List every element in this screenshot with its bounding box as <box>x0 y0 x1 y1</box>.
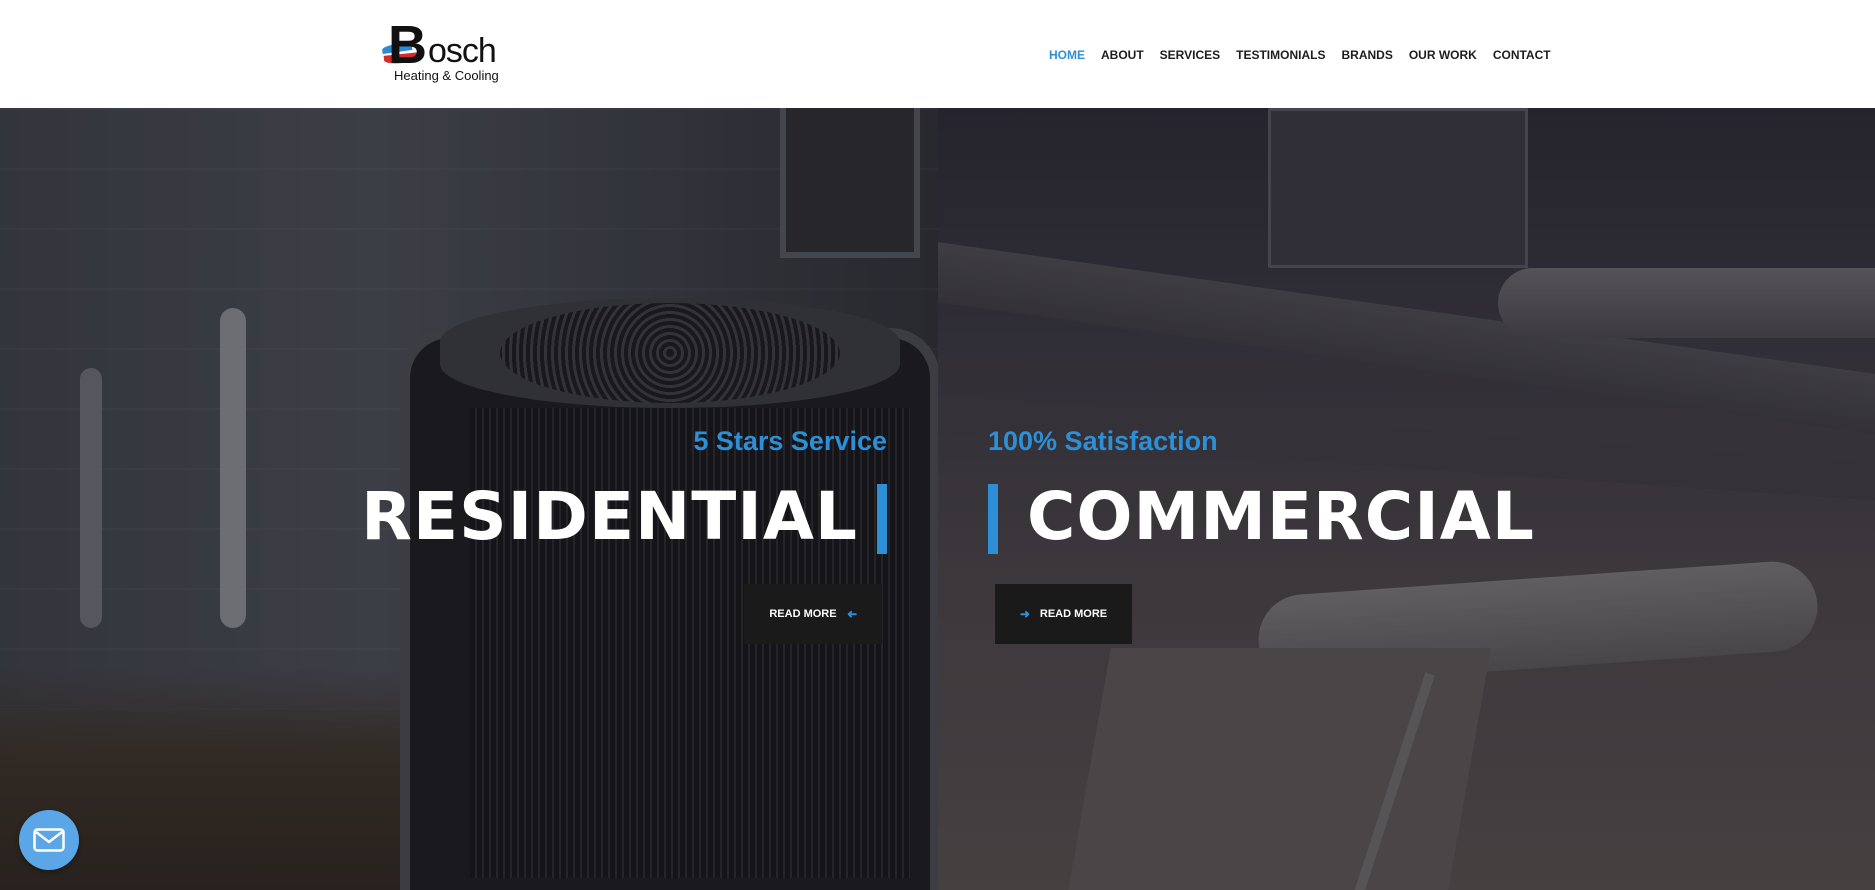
residential-read-more-button[interactable]: READ MORE ➜ <box>744 584 882 644</box>
residential-panel: 5 Stars Service RESIDENTIAL READ MORE ➜ <box>0 108 938 890</box>
site-header: B osch Heating & Cooling HOME ABOUT SERV… <box>0 0 1875 108</box>
button-label: READ MORE <box>1039 608 1108 620</box>
arrow-right-icon: ➜ <box>1019 607 1030 621</box>
mail-icon[interactable] <box>19 810 79 870</box>
residential-tagline: 5 Stars Service <box>693 426 887 456</box>
envelope-icon <box>33 828 65 852</box>
nav-item-our-work[interactable]: OUR WORK <box>1409 48 1477 62</box>
arrow-left-icon: ➜ <box>846 607 857 621</box>
residential-heading: RESIDENTIAL <box>361 478 858 555</box>
nav-item-brands[interactable]: BRANDS <box>1341 48 1392 62</box>
commercial-read-more-button[interactable]: ➜ READ MORE <box>995 584 1132 644</box>
commercial-heading: COMMERCIAL <box>1027 478 1535 555</box>
accent-bar <box>877 484 887 554</box>
accent-bar <box>988 484 998 554</box>
main-nav: HOME ABOUT SERVICES TESTIMONIALS BRANDS … <box>1049 48 1567 62</box>
commercial-tagline: 100% Satisfaction <box>988 426 1218 456</box>
logo-subtitle: Heating & Cooling <box>394 68 499 83</box>
logo-initial: B <box>388 15 427 75</box>
nav-item-about[interactable]: ABOUT <box>1101 48 1144 62</box>
logo-wordmark: osch <box>428 32 497 70</box>
button-label: READ MORE <box>769 608 837 620</box>
nav-item-testimonials[interactable]: TESTIMONIALS <box>1236 48 1325 62</box>
nav-item-services[interactable]: SERVICES <box>1160 48 1220 62</box>
commercial-panel: 100% Satisfaction COMMERCIAL ➜ READ MORE <box>938 108 1875 890</box>
brand-logo[interactable]: B osch Heating & Cooling <box>381 18 500 84</box>
nav-item-contact[interactable]: CONTACT <box>1493 48 1551 62</box>
nav-item-home[interactable]: HOME <box>1049 48 1085 62</box>
hero-section: 5 Stars Service RESIDENTIAL READ MORE ➜ … <box>0 108 1875 890</box>
